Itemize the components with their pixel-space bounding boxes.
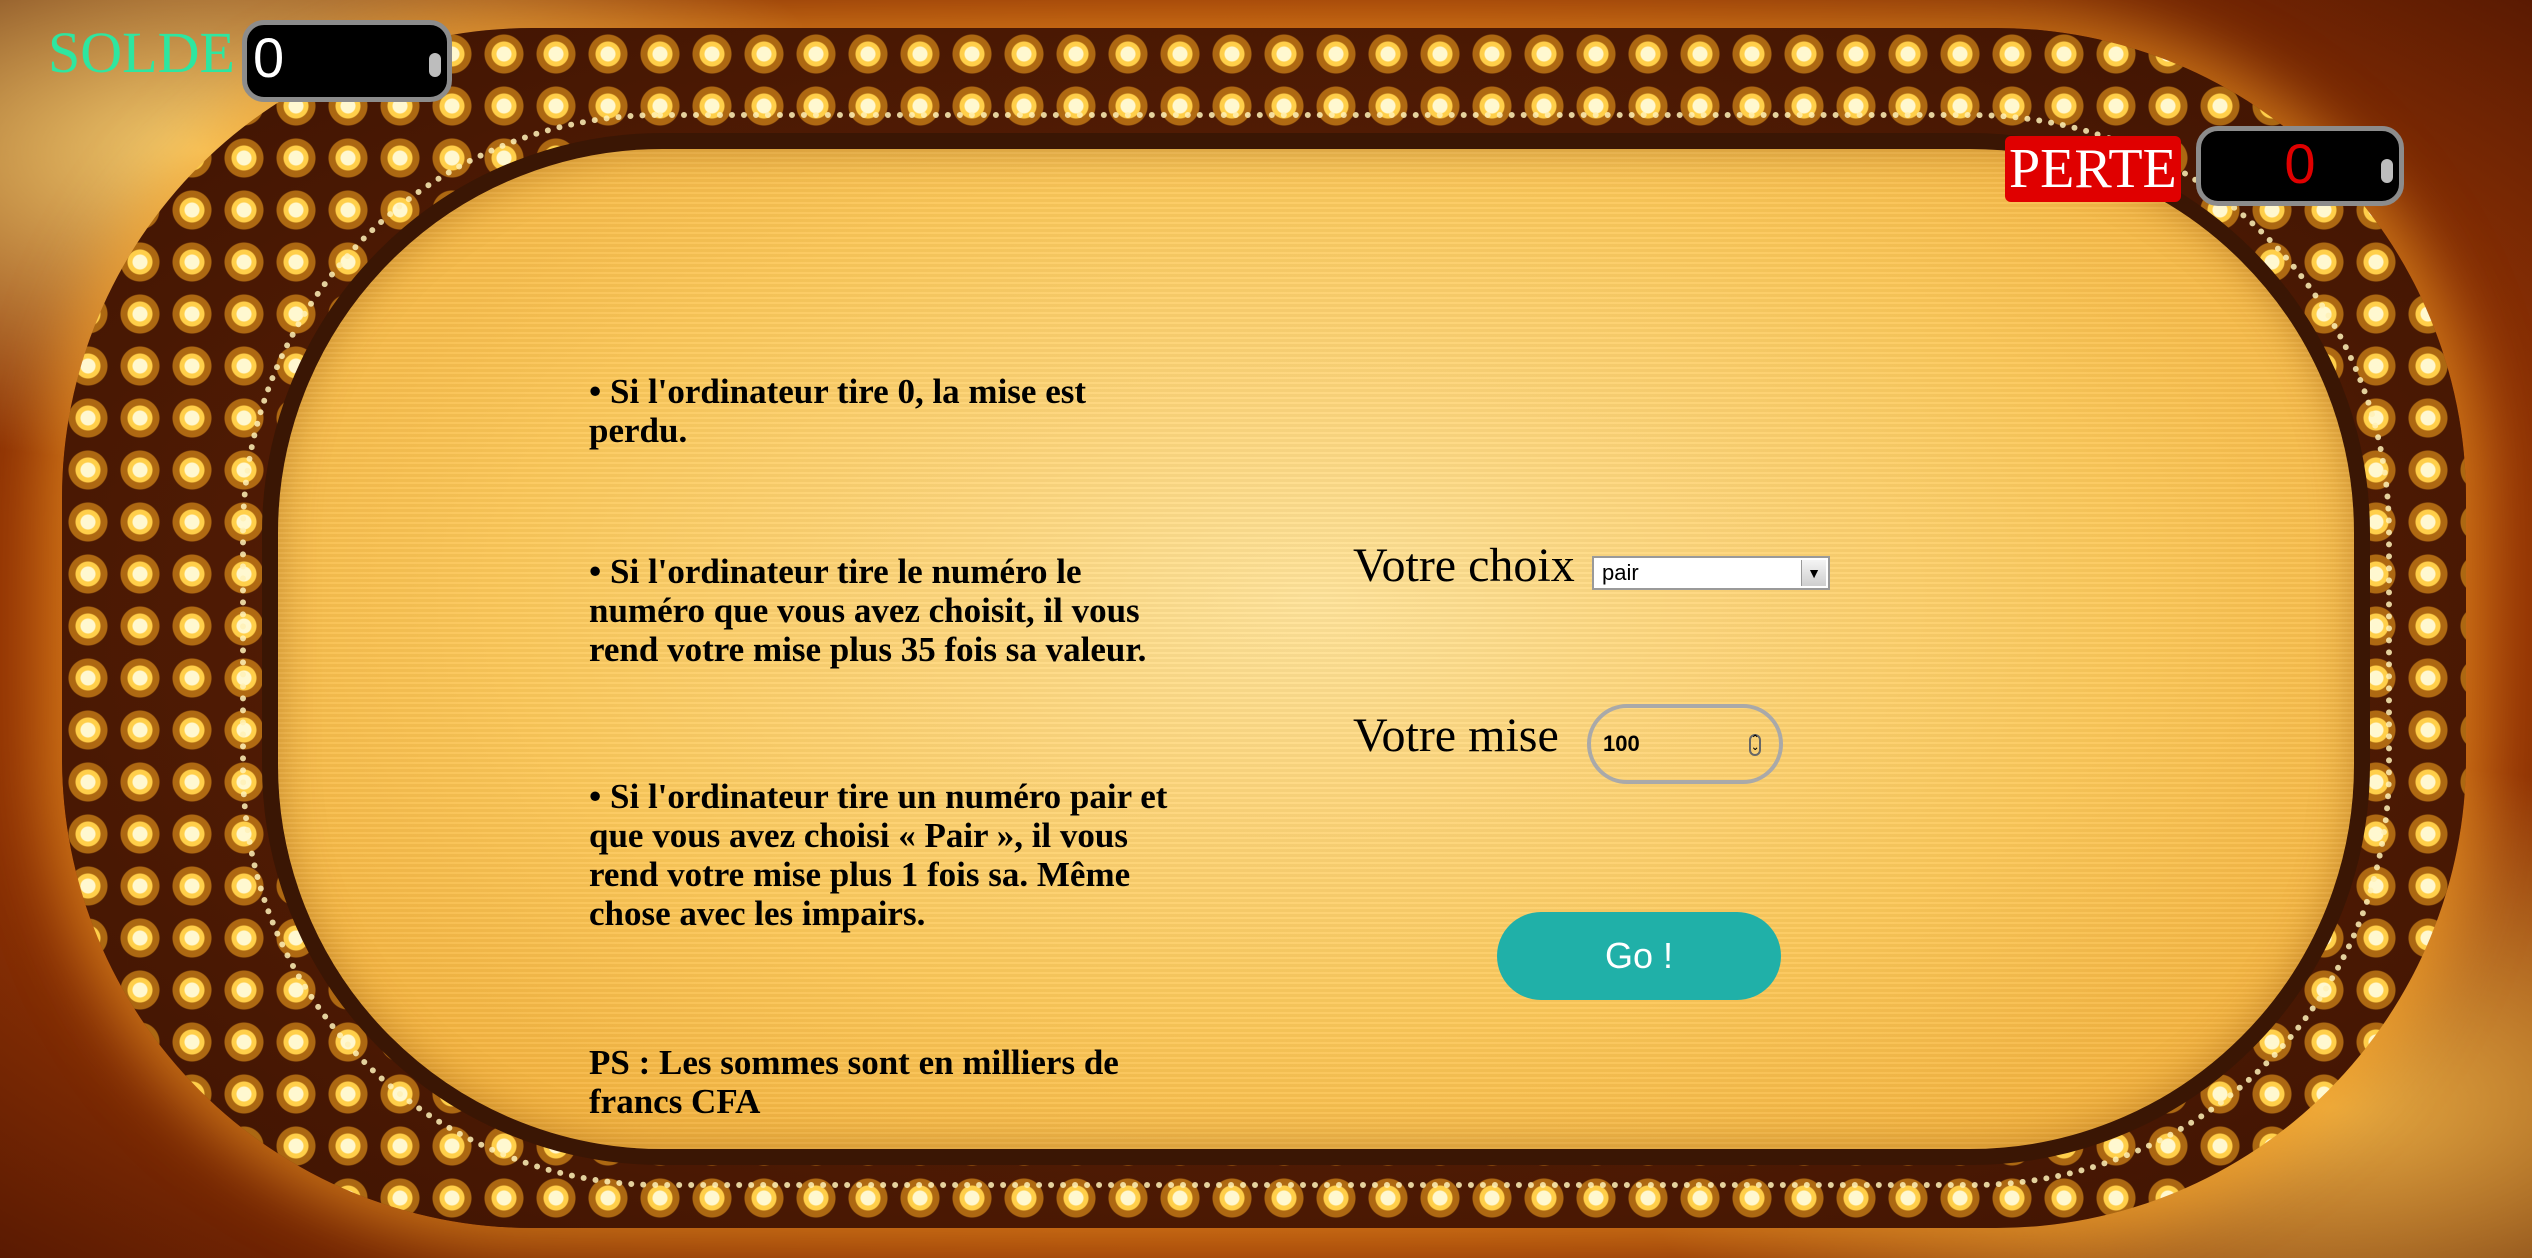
marquee-frame xyxy=(62,28,2466,1228)
spinner-icon[interactable] xyxy=(429,53,441,77)
rules-list: • Si l'ordinateur tire 0, la mise est pe… xyxy=(589,372,1179,1121)
perte-value: 0 xyxy=(2284,132,2316,195)
rule-item: • Si l'ordinateur tire un numéro pair et… xyxy=(589,777,1168,933)
solde-counter[interactable]: 0 xyxy=(242,20,452,102)
solde-label: SOLDE xyxy=(48,20,235,85)
perte-label: PERTE xyxy=(2005,136,2181,202)
mise-value: 100 xyxy=(1603,731,1640,756)
chevron-down-icon[interactable]: ▼ xyxy=(1801,560,1826,586)
mise-input[interactable]: 100 ⌃ ⌄ xyxy=(1587,704,1783,784)
choice-selected-value: pair xyxy=(1602,560,1639,585)
solde-value: 0 xyxy=(253,26,285,89)
rule-item: • Si l'ordinateur tire le numéro le numé… xyxy=(589,552,1147,669)
mise-label: Votre mise xyxy=(1353,709,1559,762)
go-button[interactable]: Go ! xyxy=(1497,912,1781,1000)
game-board xyxy=(262,133,2370,1165)
stepper-icon[interactable]: ⌃ ⌄ xyxy=(1749,734,1761,756)
perte-counter[interactable]: 0 xyxy=(2196,126,2404,206)
ps-note: PS : Les sommes sont en milliers de fran… xyxy=(589,1043,1119,1121)
rule-item: • Si l'ordinateur tire 0, la mise est pe… xyxy=(589,372,1087,450)
spinner-icon[interactable] xyxy=(2381,159,2393,183)
choice-select[interactable]: pair ▼ xyxy=(1592,556,1830,590)
choice-label: Votre choix xyxy=(1353,539,1575,592)
